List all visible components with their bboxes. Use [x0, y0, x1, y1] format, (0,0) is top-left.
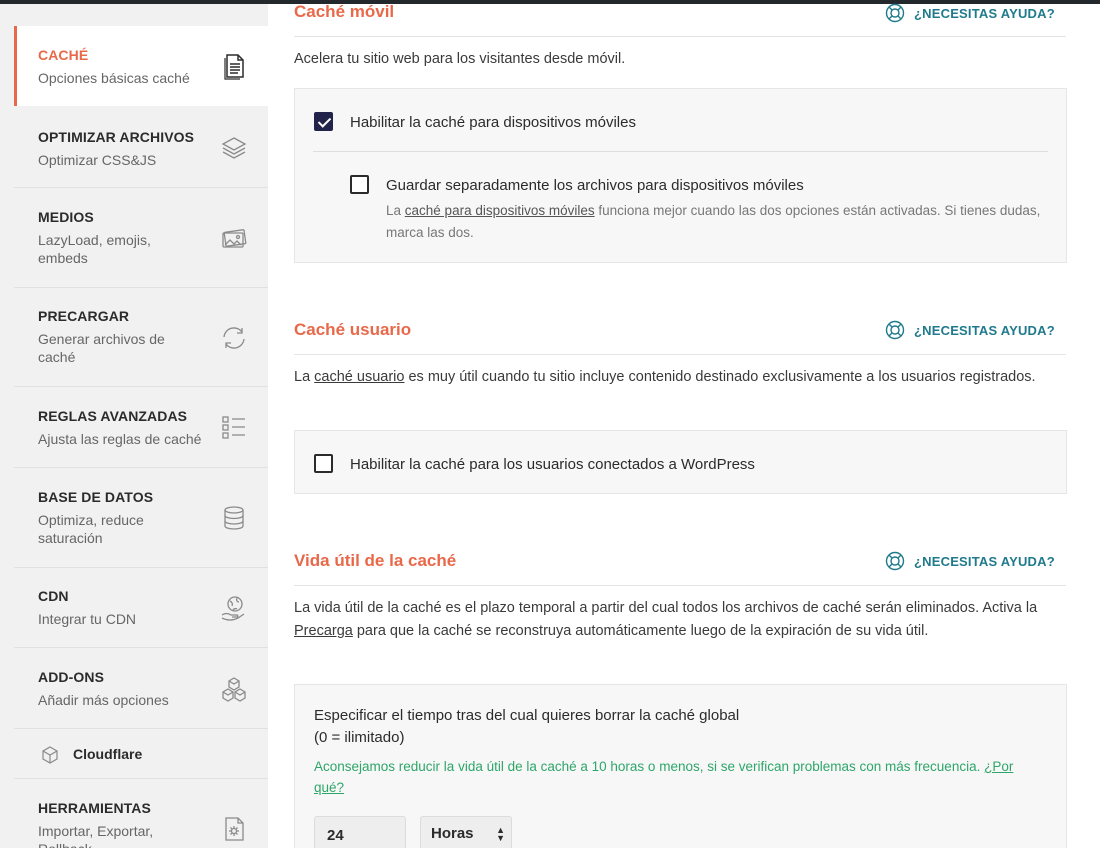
globe-hand-icon — [218, 592, 250, 624]
sidebar-item-title: HERRAMIENTAS — [38, 800, 151, 816]
mobile-cache-note: La caché para dispositivos móviles funci… — [386, 200, 1046, 244]
user-cache-panel: Habilitar la caché para los usuarios con… — [294, 430, 1067, 494]
sidebar-item-subtitle: Generar archivos de caché — [38, 331, 165, 365]
lifespan-value-input[interactable]: 24 — [314, 816, 406, 848]
sidebar-item-add-ons[interactable]: ADD-ONS Añadir más opciones — [14, 648, 268, 729]
sidebar-item-advanced-rules[interactable]: REGLAS AVANZADAS Ajusta las reglas de ca… — [14, 387, 268, 468]
cache-lifespan-description: La vida útil de la caché es el plazo tem… — [294, 597, 1094, 643]
sidebar-item-subtitle: Añadir más opciones — [38, 692, 169, 708]
sidebar-item-cloudflare[interactable]: Cloudflare — [14, 729, 268, 779]
note-text: La — [386, 203, 405, 218]
sidebar-item-subtitle: Integrar tu CDN — [38, 611, 137, 627]
mobile-cache-description: Acelera tu sitio web para los visitantes… — [294, 51, 626, 67]
help-label: ¿NECESITAS AYUDA? — [914, 5, 1055, 21]
images-icon — [218, 222, 250, 254]
lifespan-unit-select[interactable]: Horas ▲ ▼ — [420, 816, 512, 848]
separate-mobile-files-label: Guardar separadamente los archivos para … — [386, 177, 804, 194]
database-icon — [218, 502, 250, 534]
separate-mobile-files-checkbox[interactable] — [350, 175, 369, 194]
settings-content: Caché móvil ¿NECESITAS AYUDA? Acelera tu… — [268, 2, 1100, 848]
sidebar-item-media[interactable]: MEDIOS LazyLoad, emojis, embeds — [14, 188, 268, 288]
cache-lifespan-panel: Especificar el tiempo tras del cual quie… — [294, 684, 1067, 848]
mobile-cache-checkbox[interactable] — [314, 112, 333, 131]
lifespan-field-hint: (0 = ilimitado) — [314, 729, 405, 746]
user-cache-description: La caché usuario es muy útil cuando tu s… — [294, 366, 1074, 389]
refresh-icon — [218, 322, 250, 354]
user-cache-title: Caché usuario — [294, 320, 412, 339]
sidebar-item-preload[interactable]: PRECARGAR Generar archivos de caché — [14, 288, 268, 387]
user-cache-option-label: Habilitar la caché para los usuarios con… — [350, 456, 755, 473]
gear-file-icon — [218, 813, 250, 845]
mobile-cache-docs-link[interactable]: caché para dispositivos móviles — [405, 203, 595, 218]
settings-sidebar: CACHÉ Opciones básicas caché OPTIMIZAR A… — [14, 4, 268, 848]
desc-text: Activa la — [982, 600, 1038, 616]
advice-text: Aconsejamos reducir la vida útil de la c… — [314, 759, 981, 774]
section-divider — [294, 585, 1066, 586]
mobile-help-link[interactable]: ¿NECESITAS AYUDA? — [885, 2, 1055, 24]
sidebar-item-database[interactable]: BASE DE DATOS Optimiza, reduce saturació… — [14, 468, 268, 568]
lifespan-field-label: Especificar el tiempo tras del cual quie… — [314, 707, 740, 724]
user-cache-docs-link[interactable]: caché usuario — [314, 369, 404, 385]
user-help-link[interactable]: ¿NECESITAS AYUDA? — [885, 319, 1055, 341]
help-label: ¿NECESITAS AYUDA? — [914, 553, 1055, 569]
section-divider — [294, 354, 1066, 355]
checklist-icon — [218, 411, 250, 443]
preload-link[interactable]: Precarga — [294, 623, 353, 639]
sidebar-item-title: OPTIMIZAR ARCHIVOS — [38, 129, 195, 145]
layers-icon — [218, 132, 250, 164]
sidebar-item-title: CDN — [38, 588, 69, 604]
lifebuoy-icon — [885, 3, 905, 23]
mobile-cache-option-label: Habilitar la caché para dispositivos móv… — [350, 114, 636, 131]
sidebar-item-subtitle: Importar, Exportar, Rollback — [38, 823, 154, 848]
user-cache-checkbox[interactable] — [314, 454, 333, 473]
cache-lifespan-title: Vida útil de la caché — [294, 551, 457, 570]
lifespan-advice: Aconsejamos reducir la vida útil de la c… — [314, 756, 1034, 798]
sidebar-item-cdn[interactable]: CDN Integrar tu CDN — [14, 568, 268, 648]
lifespan-unit-value: Horas — [431, 825, 474, 842]
sidebar-item-title: CACHÉ — [38, 47, 89, 63]
desc-text: para que la caché se reconstruya automát… — [352, 623, 929, 639]
desc-text: La — [294, 369, 315, 385]
section-divider — [294, 36, 1066, 37]
sidebar-item-tools[interactable]: HERRAMIENTAS Importar, Exportar, Rollbac… — [14, 779, 268, 848]
sidebar-item-title: BASE DE DATOS — [38, 489, 154, 505]
sidebar-item-subtitle: LazyLoad, emojis, embeds — [38, 232, 151, 266]
sidebar-item-title: Cloudflare — [73, 746, 143, 762]
sidebar-item-subtitle: Optimizar CSS&JS — [38, 152, 157, 168]
desc-text: La vida útil de la caché es el plazo tem… — [294, 600, 980, 616]
mobile-cache-title: Caché móvil — [294, 2, 395, 21]
cube-icon — [40, 745, 60, 765]
sidebar-item-subtitle: Optimiza, reduce saturación — [38, 512, 144, 546]
lifebuoy-icon — [885, 551, 905, 571]
sidebar-item-title: ADD-ONS — [38, 669, 105, 685]
sidebar-item-title: REGLAS AVANZADAS — [38, 408, 188, 424]
sidebar-item-optimize-files[interactable]: OPTIMIZAR ARCHIVOS Optimizar CSS&JS — [14, 106, 268, 188]
sidebar-item-title: MEDIOS — [38, 209, 94, 225]
lifebuoy-icon — [885, 320, 905, 340]
cubes-icon — [218, 674, 250, 706]
lifespan-help-link[interactable]: ¿NECESITAS AYUDA? — [885, 550, 1055, 572]
sidebar-item-title: PRECARGAR — [38, 308, 130, 324]
select-arrows-icon: ▲ ▼ — [496, 825, 505, 843]
panel-divider — [313, 151, 1048, 152]
desc-text: es muy útil cuando tu sitio incluye cont… — [404, 369, 1036, 385]
sidebar-item-subtitle: Opciones básicas caché — [38, 70, 190, 86]
document-icon — [218, 50, 250, 82]
mobile-cache-panel: Habilitar la caché para dispositivos móv… — [294, 88, 1067, 263]
sidebar-item-subtitle: Ajusta las reglas de caché — [38, 431, 202, 447]
help-label: ¿NECESITAS AYUDA? — [914, 322, 1055, 338]
sidebar-item-cache[interactable]: CACHÉ Opciones básicas caché — [14, 26, 268, 106]
